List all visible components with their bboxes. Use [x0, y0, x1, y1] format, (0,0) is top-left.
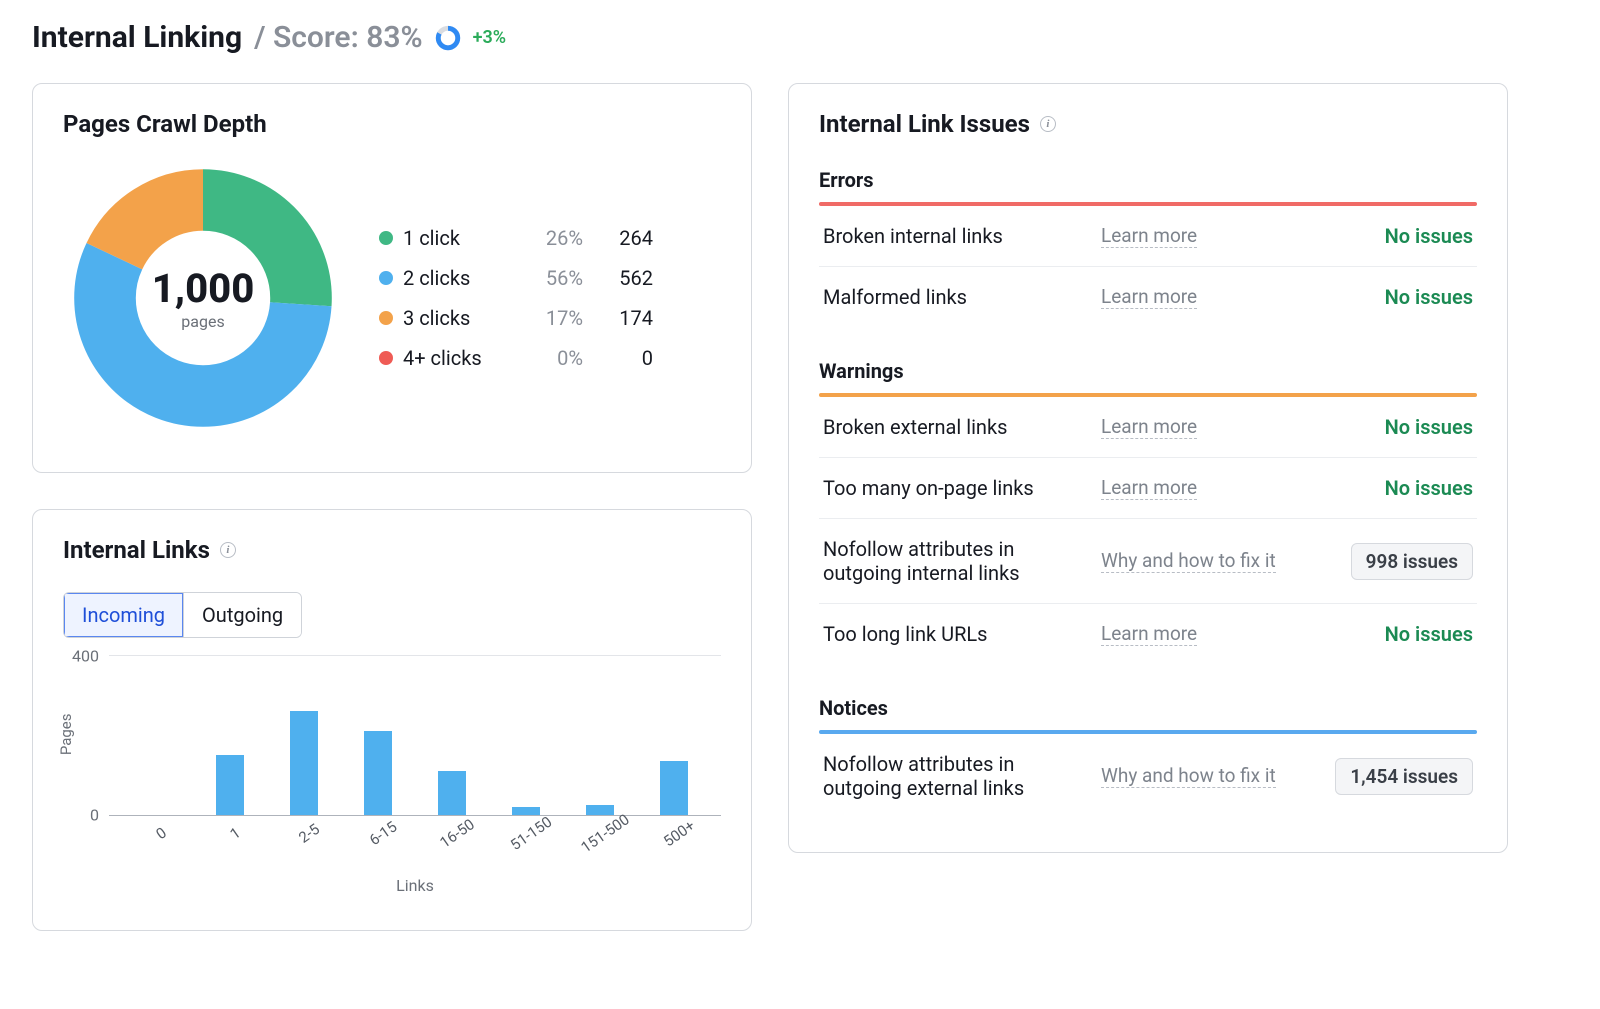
- score-delta: +3%: [473, 27, 506, 48]
- score-label: / Score: 83%: [254, 20, 423, 55]
- why-fix-link[interactable]: Why and how to fix it: [1101, 549, 1276, 573]
- issue-name: Malformed links: [823, 285, 1089, 309]
- page-title: Internal Linking: [32, 20, 242, 55]
- issue-row: Broken internal links Learn more No issu…: [819, 206, 1477, 267]
- section-warnings-title: Warnings: [819, 353, 1477, 393]
- internal-links-title: Internal Links: [63, 536, 210, 564]
- bar[interactable]: [438, 771, 466, 815]
- info-icon[interactable]: i: [1040, 116, 1056, 132]
- crawl-depth-card: Pages Crawl Depth 1,000 pages: [32, 83, 752, 473]
- legend-pct: 56%: [513, 266, 583, 290]
- issue-name: Nofollow attributes in outgoing internal…: [823, 537, 1089, 585]
- issue-name: Too many on-page links: [823, 476, 1089, 500]
- issue-row: Nofollow attributes in outgoing external…: [819, 734, 1477, 818]
- bar-xlabel: Links: [109, 876, 721, 895]
- learn-more-link[interactable]: Learn more: [1101, 224, 1197, 248]
- bar-ytick: 0: [90, 806, 109, 825]
- legend-value: 174: [583, 306, 653, 330]
- tab-incoming[interactable]: Incoming: [64, 593, 183, 637]
- issue-name: Broken internal links: [823, 224, 1089, 248]
- issue-status: No issues: [1303, 415, 1473, 439]
- issue-row: Nofollow attributes in outgoing internal…: [819, 519, 1477, 604]
- legend-dot: [379, 271, 393, 285]
- bar[interactable]: [216, 755, 244, 815]
- legend-row[interactable]: 2 clicks 56% 562: [379, 258, 721, 298]
- legend-row[interactable]: 3 clicks 17% 174: [379, 298, 721, 338]
- issue-badge[interactable]: 1,454 issues: [1335, 758, 1473, 795]
- issue-badge[interactable]: 998 issues: [1351, 543, 1473, 580]
- legend-dot: [379, 311, 393, 325]
- crawl-depth-legend: 1 click 26% 264 2 clicks 56% 562 3 click…: [379, 218, 721, 378]
- learn-more-link[interactable]: Learn more: [1101, 622, 1197, 646]
- info-icon[interactable]: i: [220, 542, 236, 558]
- why-fix-link[interactable]: Why and how to fix it: [1101, 764, 1276, 788]
- issue-row: Too many on-page links Learn more No iss…: [819, 458, 1477, 519]
- issue-status: No issues: [1303, 224, 1473, 248]
- issue-status: No issues: [1303, 285, 1473, 309]
- legend-dot: [379, 231, 393, 245]
- crawl-depth-title: Pages Crawl Depth: [63, 110, 721, 138]
- score-donut-icon: [435, 25, 461, 51]
- legend-dot: [379, 351, 393, 365]
- page-header: Internal Linking / Score: 83% +3%: [32, 20, 1568, 55]
- legend-label: 1 click: [403, 226, 513, 250]
- legend-value: 264: [583, 226, 653, 250]
- legend-pct: 26%: [513, 226, 583, 250]
- learn-more-link[interactable]: Learn more: [1101, 285, 1197, 309]
- legend-pct: 17%: [513, 306, 583, 330]
- issue-row: Too long link URLs Learn more No issues: [819, 604, 1477, 664]
- legend-value: 562: [583, 266, 653, 290]
- issue-status: No issues: [1303, 476, 1473, 500]
- learn-more-link[interactable]: Learn more: [1101, 476, 1197, 500]
- section-errors-title: Errors: [819, 162, 1477, 202]
- issue-name: Too long link URLs: [823, 622, 1089, 646]
- issues-title: Internal Link Issues: [819, 110, 1030, 138]
- bar[interactable]: [364, 731, 392, 815]
- issue-name: Nofollow attributes in outgoing external…: [823, 752, 1089, 800]
- bar[interactable]: [512, 807, 540, 815]
- legend-label: 4+ clicks: [403, 346, 513, 370]
- learn-more-link[interactable]: Learn more: [1101, 415, 1197, 439]
- issue-row: Malformed links Learn more No issues: [819, 267, 1477, 327]
- legend-pct: 0%: [513, 346, 583, 370]
- bar[interactable]: [660, 761, 688, 815]
- legend-label: 3 clicks: [403, 306, 513, 330]
- internal-links-card: Internal Links i Incoming Outgoing Pages…: [32, 509, 752, 931]
- bar-ylabel: Pages: [57, 713, 75, 755]
- tab-outgoing[interactable]: Outgoing: [183, 593, 301, 637]
- links-tab-switch: Incoming Outgoing: [63, 592, 302, 638]
- crawl-depth-total: 1,000: [152, 265, 255, 312]
- crawl-depth-donut[interactable]: 1,000 pages: [63, 158, 343, 438]
- bar[interactable]: [586, 805, 614, 815]
- issue-name: Broken external links: [823, 415, 1089, 439]
- issues-card: Internal Link Issues i Errors Broken int…: [788, 83, 1508, 853]
- crawl-depth-unit: pages: [181, 312, 224, 331]
- bar[interactable]: [290, 711, 318, 815]
- section-notices-title: Notices: [819, 690, 1477, 730]
- issue-status: No issues: [1303, 622, 1473, 646]
- internal-links-bar-chart[interactable]: Pages 400 0 0 1 2-5: [63, 656, 721, 896]
- legend-row[interactable]: 4+ clicks 0% 0: [379, 338, 721, 378]
- bar-ytick: 400: [72, 647, 109, 666]
- legend-row[interactable]: 1 click 26% 264: [379, 218, 721, 258]
- issue-row: Broken external links Learn more No issu…: [819, 397, 1477, 458]
- legend-value: 0: [583, 346, 653, 370]
- legend-label: 2 clicks: [403, 266, 513, 290]
